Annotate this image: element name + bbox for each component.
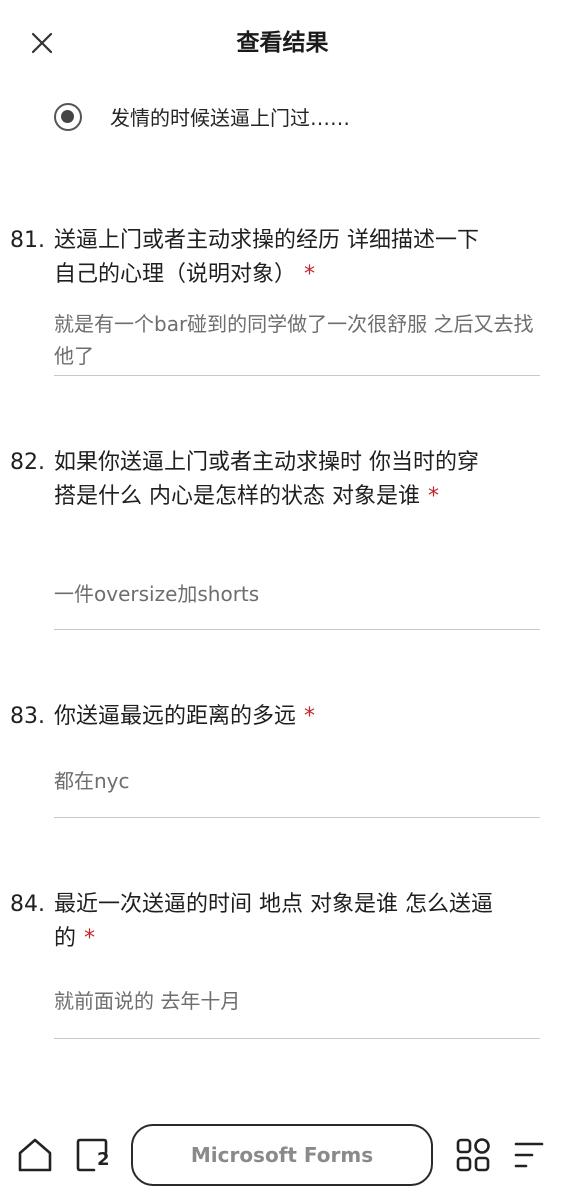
question-number: 84. [10, 892, 45, 917]
home-icon [16, 1136, 54, 1174]
question-text: 送逼上门或者主动求操的经历 详细描述一下自己的心理（说明对象） * [54, 224, 494, 292]
question-number: 82. [10, 450, 45, 475]
tab-count: 2 [97, 1149, 110, 1170]
menu-icon [510, 1136, 548, 1174]
answer-underline [54, 1038, 540, 1039]
question-label: 送逼上门或者主动求操的经历 详细描述一下自己的心理（说明对象） [54, 228, 479, 287]
required-mark: * [304, 262, 316, 287]
apps-grid-icon [454, 1136, 492, 1174]
answer-underline [54, 375, 540, 376]
menu-button[interactable] [510, 1136, 548, 1174]
question-label: 你送逼最远的距离的多远 [54, 704, 297, 729]
question-text: 最近一次送逼的时间 地点 对象是谁 怎么送逼的 * [54, 888, 494, 956]
answer-83: 都在nyc [54, 769, 130, 793]
required-mark: * [84, 926, 96, 951]
answer-underline [54, 817, 540, 818]
page-title: 查看结果 [236, 30, 329, 56]
answer-82: 一件oversize加shorts [54, 582, 260, 606]
apps-button[interactable] [454, 1136, 492, 1174]
radio-button-selected[interactable] [54, 103, 82, 131]
home-button[interactable] [16, 1136, 54, 1174]
answer-underline [54, 629, 540, 630]
required-mark: * [304, 704, 316, 729]
required-mark: * [428, 484, 439, 509]
question-text: 如果你送逼上门或者主动求操时 你当时的穿搭是什么 内心是怎样的状态 对象是谁 * [54, 446, 494, 514]
top-bar: 查看结果 [0, 0, 565, 86]
option-label: 发情的时候送逼上门过…… [110, 106, 350, 130]
answer-84: 就前面说的 去年十月 [54, 989, 241, 1013]
question-number: 81. [10, 228, 45, 253]
question-number: 83. [10, 704, 45, 729]
selected-option[interactable]: 发情的时候送逼上门过…… [54, 102, 534, 136]
question-label: 如果你送逼上门或者主动求操时 你当时的穿搭是什么 内心是怎样的状态 对象是谁 [54, 450, 479, 509]
answer-81: 就是有一个bar碰到的同学做了一次很舒服 之后又去找他了 [54, 312, 534, 368]
address-bar[interactable]: Microsoft Forms [131, 1124, 433, 1186]
address-text: Microsoft Forms [190, 1143, 374, 1167]
question-label: 最近一次送逼的时间 地点 对象是谁 怎么送逼的 [54, 892, 493, 951]
question-text: 你送逼最远的距离的多远 * [54, 700, 494, 734]
